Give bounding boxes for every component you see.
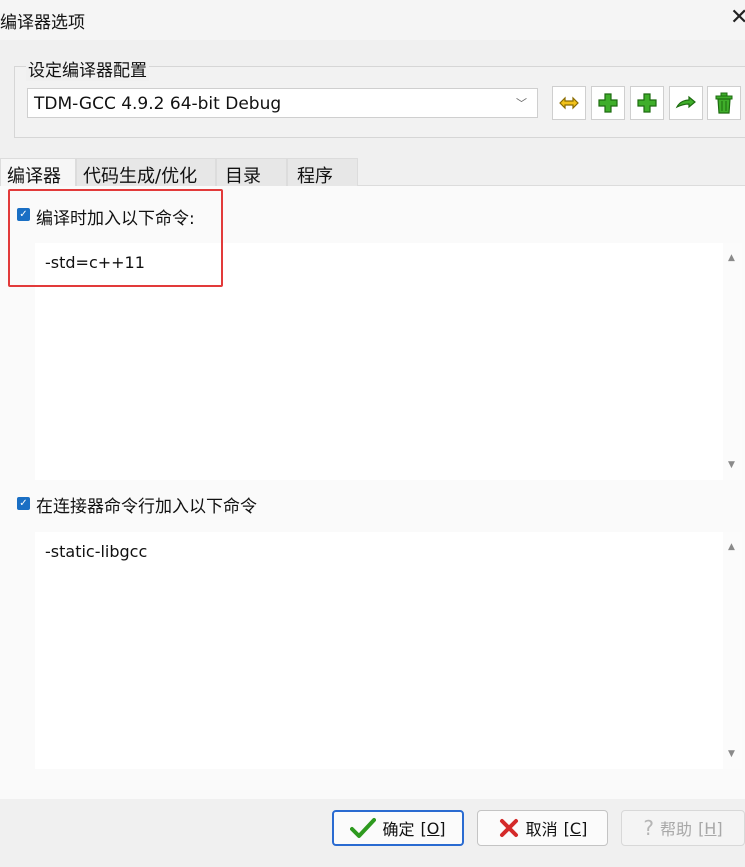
add-config-button-2[interactable] — [630, 86, 664, 120]
tab-directories[interactable]: 目录 — [216, 158, 287, 187]
cancel-button[interactable]: 取消 [C] — [477, 810, 608, 846]
delete-config-button[interactable] — [707, 86, 741, 120]
cancel-x-icon — [499, 819, 518, 837]
config-selected-value: TDM-GCC 4.9.2 64-bit Debug — [34, 94, 282, 114]
linker-options-textarea[interactable]: -static-libgcc ▲ ▼ — [35, 532, 742, 769]
add-icon — [637, 93, 657, 113]
add-icon — [598, 93, 618, 113]
linker-options-scrollbar[interactable]: ▲ ▼ — [723, 532, 742, 769]
copy-config-button[interactable] — [669, 86, 703, 120]
config-group-label: 设定编译器配置 — [26, 56, 149, 81]
scroll-up-icon[interactable]: ▲ — [728, 253, 735, 263]
close-icon[interactable]: ✕ — [730, 7, 745, 29]
tab-compiler[interactable]: 编译器 — [0, 158, 76, 187]
rename-config-button[interactable] — [552, 86, 586, 120]
linker-options-label: 在连接器命令行加入以下命令 — [36, 497, 257, 517]
delete-icon — [715, 92, 733, 114]
compiler-options-scrollbar[interactable]: ▲ ▼ — [723, 243, 742, 480]
help-button[interactable]: ? 帮助 [H] — [621, 810, 745, 846]
ok-shortcut: [O] — [420, 818, 446, 838]
linker-options-checkbox[interactable]: ✓ — [17, 497, 30, 510]
help-icon: ? — [643, 816, 655, 840]
cancel-button-label: 取消 — [525, 820, 558, 839]
linker-options-value: -static-libgcc — [45, 542, 148, 561]
chevron-down-icon: ﹀ — [516, 97, 527, 110]
compiler-config-select[interactable]: TDM-GCC 4.9.2 64-bit Debug ﹀ — [27, 88, 538, 118]
scroll-down-icon[interactable]: ▼ — [728, 460, 735, 470]
tab-programs[interactable]: 程序 — [287, 158, 358, 187]
ok-button-label: 确定 — [382, 820, 415, 839]
rename-icon — [559, 96, 579, 110]
ok-button[interactable]: 确定 [O] — [332, 810, 464, 846]
help-button-label: 帮助 — [660, 820, 693, 839]
help-shortcut: [H] — [698, 818, 723, 838]
scroll-up-icon[interactable]: ▲ — [728, 542, 735, 552]
highlight-box — [8, 189, 223, 287]
title-bar — [0, 0, 745, 40]
copy-icon — [675, 95, 696, 109]
window-title: 编译器选项 — [0, 13, 85, 33]
cancel-shortcut: [C] — [563, 818, 588, 838]
add-config-button[interactable] — [591, 86, 625, 120]
checkmark-icon — [350, 818, 377, 838]
scroll-down-icon[interactable]: ▼ — [728, 749, 735, 759]
tab-codegen-optimization[interactable]: 代码生成/优化 — [76, 158, 216, 187]
